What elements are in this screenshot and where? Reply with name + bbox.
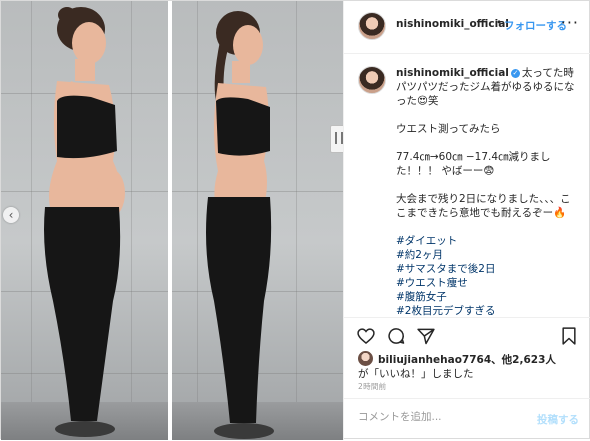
post-timestamp[interactable]: 2時間前 — [358, 381, 386, 392]
bookmark-icon[interactable] — [559, 326, 579, 346]
verified-badge-icon: ✓ — [510, 69, 520, 78]
caption-username[interactable]: nishinomiki_official — [396, 67, 509, 79]
caption-line-4: 大会まで残り2日になりました、、、ここまできたら意地でも耐えるぞー🔥 — [396, 193, 571, 219]
liker-avatar[interactable] — [358, 351, 373, 366]
liker-username[interactable]: biliujianhehao7764 — [378, 354, 491, 366]
likes-count[interactable]: 、他2,623人 — [491, 354, 556, 366]
hashtag-link[interactable]: #腹筋女子 — [396, 290, 580, 304]
post-comment-button[interactable]: 投稿する — [537, 412, 579, 427]
comment-icon[interactable] — [386, 326, 406, 346]
hashtag-list: #ダイエット #約2ヶ月 #サマスタまで後2日 #ウエスト痩せ #腹筋女子 #2枚目元デブ… — [396, 234, 580, 316]
post-frame: ‹ nishinomiki_official • フォローする ··· nish… — [0, 0, 590, 440]
caption-line-3: 77.4㎝→60㎝ −17.4㎝減りました！！！ やばーー😨 — [396, 151, 551, 177]
caption-area: nishinomiki_official ✓ 太ってた時パツパツだったジム着がゆるゆ… — [344, 54, 590, 316]
hashtag-link[interactable]: #サマスタまで後2日 — [396, 262, 580, 276]
caption-avatar[interactable] — [358, 66, 386, 94]
person-after-figure — [206, 11, 274, 439]
person-before-figure — [44, 7, 125, 437]
comment-input[interactable] — [358, 411, 518, 423]
likes-line-2: が「いいね！」しました — [358, 368, 474, 380]
hashtag-link[interactable]: #ウエスト痩せ — [396, 276, 580, 290]
author-avatar[interactable] — [358, 12, 386, 40]
caption-text: nishinomiki_official ✓ 太ってた時パツパツだったジム着がゆるゆ… — [396, 66, 580, 316]
likes-line: biliujianhehao7764、他2,623人 — [378, 352, 556, 367]
post-header: nishinomiki_official • フォローする ··· — [344, 1, 590, 54]
post-media[interactable]: ‹ — [1, 1, 343, 440]
share-icon[interactable] — [416, 326, 436, 346]
heart-icon[interactable] — [356, 326, 376, 346]
hashtag-link[interactable]: #ダイエット — [396, 234, 580, 248]
hashtag-link[interactable]: #2枚目元デブすぎる — [396, 304, 580, 316]
photo-after — [172, 1, 343, 440]
post-sidebar: nishinomiki_official • フォローする ··· nishin… — [343, 1, 590, 440]
hashtag-link[interactable]: #約2ヶ月 — [396, 248, 580, 262]
photo-before — [1, 1, 168, 440]
caption-line-2: ウエスト測ってみたら — [396, 123, 501, 135]
follow-button[interactable]: フォローする — [504, 18, 567, 33]
author-username[interactable]: nishinomiki_official — [396, 18, 509, 30]
more-options-icon[interactable]: ··· — [561, 13, 579, 32]
action-bar — [344, 317, 590, 350]
comment-bar: 投稿する — [344, 398, 590, 441]
separator-dot: • — [496, 17, 503, 29]
carousel-prev-icon[interactable]: ‹ — [3, 207, 19, 223]
